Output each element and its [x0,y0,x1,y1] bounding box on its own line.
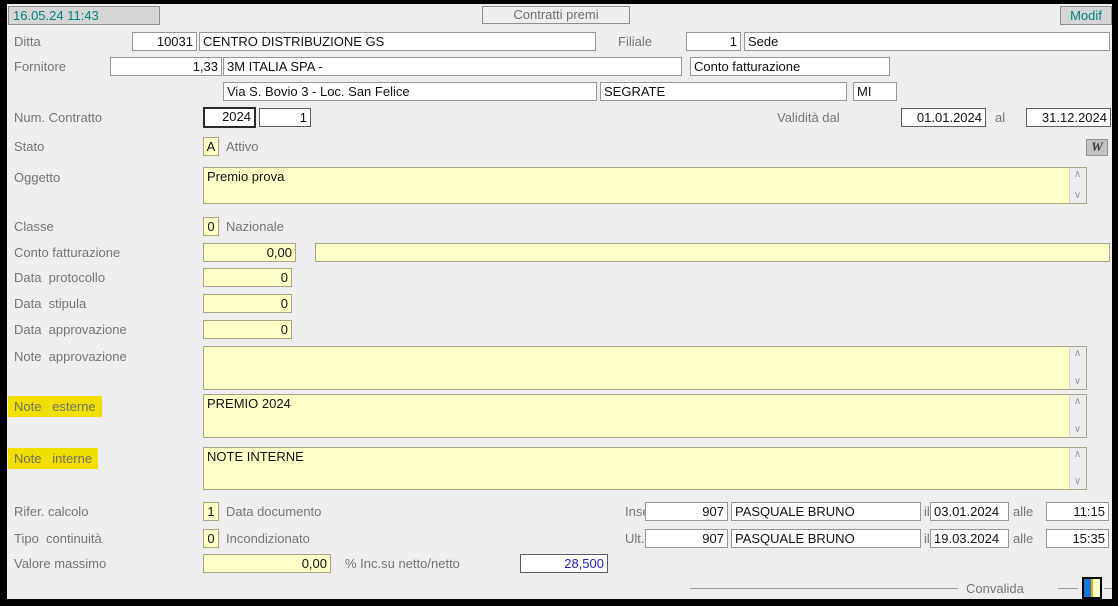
tipo-continuita-desc: Incondizionato [226,531,310,547]
filiale-name-field: Sede [744,32,1110,51]
contratto-anno-field[interactable]: 2024 [203,107,256,128]
note-interne-scrollbar[interactable]: ∧ ∨ [1069,448,1086,489]
scroll-down-icon[interactable]: ∨ [1070,377,1085,387]
inserimento-time-field: 11:15 [1046,502,1109,521]
fornitore-code-field[interactable]: 1,33 [110,57,222,76]
filiale-code-field[interactable]: 1 [686,32,741,51]
note-esterne-label: Note esterne [8,396,102,417]
scroll-up-icon[interactable]: ∧ [1070,170,1085,180]
ditta-code-field[interactable]: 10031 [132,32,197,51]
scroll-down-icon[interactable]: ∨ [1070,477,1085,487]
data-stipula-field[interactable]: 0 [203,294,292,313]
ultima-modifica-alle-label: alle [1013,531,1033,547]
data-approvazione-field[interactable]: 0 [203,320,292,339]
validita-al-field[interactable]: 31.12.2024 [1026,108,1111,127]
divider-line [1058,588,1078,589]
rifer-calcolo-desc: Data documento [226,504,321,520]
scroll-up-icon[interactable]: ∧ [1070,450,1085,460]
classe-label: Classe [14,219,54,235]
scroll-up-icon[interactable]: ∧ [1070,349,1085,359]
data-protocollo-field[interactable]: 0 [203,268,292,287]
ultima-modifica-il-label: il [924,531,930,547]
fornitore-province-field: MI [853,82,897,101]
app-window: 16.05.24 11:43 Contratti premi Modif Dit… [0,0,1118,606]
fornitore-name-field: 3M ITALIA SPA - [223,57,682,76]
convalida-flag-icon[interactable] [1082,577,1102,599]
oggetto-scrollbar[interactable]: ∧ ∨ [1069,168,1086,203]
inserimento-alle-label: alle [1013,504,1033,520]
note-esterne-textarea[interactable]: PREMIO 2024 ∧ ∨ [203,394,1087,438]
conto-fatturazione-label: Conto fatturazione [14,245,120,261]
ditta-name-field: CENTRO DISTRIBUZIONE GS [199,32,596,51]
note-approvazione-textarea[interactable]: ∧ ∨ [203,346,1087,390]
convalida-label: Convalida [966,581,1024,597]
contratto-numero-field[interactable]: 1 [259,108,311,127]
conto-fatturazione-value-field[interactable]: 0,00 [203,243,296,262]
stato-desc: Attivo [226,139,259,155]
data-protocollo-label: Data protocollo [14,270,105,286]
data-approvazione-label: Data approvazione [14,322,127,338]
validita-al-label: al [995,110,1005,126]
note-interne-textarea[interactable]: NOTE INTERNE ∧ ∨ [203,447,1087,490]
conto-fatturazione-box: Conto fatturazione [690,57,890,76]
rifer-calcolo-label: Rifer. calcolo [14,504,88,520]
inserimento-date-field: 03.01.2024 [930,502,1009,521]
stato-label: Stato [14,139,44,155]
flag-yellow-area [1093,579,1100,597]
fornitore-label: Fornitore [14,59,66,75]
oggetto-text: Premio prova [207,169,1068,185]
note-interne-label: Note interne [8,448,98,469]
perc-inc-netto-field: 28,500 [520,554,608,573]
ultima-modifica-date-field: 19.03.2024 [930,529,1009,548]
ultima-modifica-user-code-field: 907 [645,529,728,548]
num-contratto-label: Num. Contratto [14,110,102,126]
note-esterne-scrollbar[interactable]: ∧ ∨ [1069,395,1086,437]
rifer-calcolo-code-field[interactable]: 1 [203,502,219,521]
scroll-down-icon[interactable]: ∨ [1070,425,1085,435]
scroll-up-icon[interactable]: ∧ [1070,397,1085,407]
valore-massimo-field[interactable]: 0,00 [203,554,331,573]
fornitore-city-field: SEGRATE [600,82,847,101]
stato-code-field[interactable]: A [203,137,219,156]
page-title: Contratti premi [482,6,630,24]
perc-inc-netto-label: % Inc.su netto/netto [345,556,460,572]
ditta-label: Ditta [14,34,41,50]
tipo-continuita-label: Tipo continuità [14,531,102,547]
tipo-continuita-code-field[interactable]: 0 [203,529,219,548]
validita-dal-field[interactable]: 01.01.2024 [901,108,986,127]
inserimento-user-code-field: 907 [645,502,728,521]
flag-blue-bar [1084,579,1091,597]
word-icon[interactable]: W [1086,139,1108,156]
classe-code-field[interactable]: 0 [203,217,219,236]
oggetto-label: Oggetto [14,170,60,186]
note-interne-text: NOTE INTERNE [207,449,1068,465]
divider-line [1104,588,1112,589]
data-stipula-label: Data stipula [14,296,86,312]
note-esterne-text: PREMIO 2024 [207,396,1068,412]
modif-button[interactable]: Modif [1060,6,1112,25]
filiale-label: Filiale [618,34,652,50]
scroll-down-icon[interactable]: ∨ [1070,191,1085,201]
inserimento-il-label: il [924,504,930,520]
validita-dal-label: Validità dal [777,110,840,126]
divider-line [690,588,958,589]
conto-fatturazione-extra-field[interactable] [315,243,1110,262]
ultima-modifica-user-name-field: PASQUALE BRUNO [731,529,921,548]
valore-massimo-label: Valore massimo [14,556,106,572]
datetime-button[interactable]: 16.05.24 11:43 [8,6,160,25]
note-approvazione-scrollbar[interactable]: ∧ ∨ [1069,347,1086,389]
oggetto-textarea[interactable]: Premio prova ∧ ∨ [203,167,1087,204]
ultima-modifica-time-field: 15:35 [1046,529,1109,548]
note-approvazione-label: Note approvazione [14,349,127,365]
classe-desc: Nazionale [226,219,284,235]
fornitore-street-field: Via S. Bovio 3 - Loc. San Felice [223,82,597,101]
inserimento-user-name-field: PASQUALE BRUNO [731,502,921,521]
